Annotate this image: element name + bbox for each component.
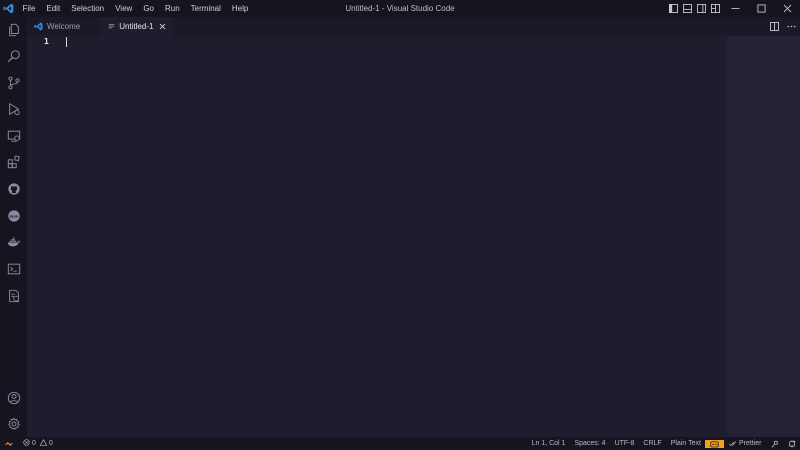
maximize-icon[interactable] xyxy=(748,0,774,17)
menu-go[interactable]: Go xyxy=(138,0,160,17)
tab-label: Untitled-1 xyxy=(119,22,154,31)
account-icon[interactable] xyxy=(0,386,27,410)
problems-indicator[interactable]: 0 0 xyxy=(23,438,55,448)
status-bar: 0 0 Ln 1, Col 1 Spaces: 4 UTF-8 CRLF Pla… xyxy=(0,437,800,450)
error-count: 0 xyxy=(32,440,36,447)
live-share-icon[interactable] xyxy=(766,440,783,448)
vscode-logo-icon xyxy=(34,22,43,31)
text-cursor xyxy=(66,37,67,47)
test-report-icon[interactable] xyxy=(0,284,27,308)
encoding[interactable]: UTF-8 xyxy=(610,437,639,450)
settings-gear-icon[interactable] xyxy=(0,412,27,436)
menu-file[interactable]: File xyxy=(17,0,41,17)
tab-welcome[interactable]: Welcome xyxy=(27,17,87,36)
terminal-icon[interactable] xyxy=(0,257,27,281)
double-check-icon xyxy=(729,440,737,447)
copilot-icon[interactable] xyxy=(705,439,725,448)
customize-layout-icon[interactable] xyxy=(708,0,722,17)
indentation[interactable]: Spaces: 4 xyxy=(570,437,610,450)
json-icon[interactable]: json xyxy=(0,204,27,228)
title-controls xyxy=(666,0,800,17)
file-lines-icon xyxy=(108,23,115,30)
error-icon xyxy=(23,439,30,448)
prettier-formatter[interactable]: Prettier xyxy=(724,437,766,450)
menu-bar: File Edit Selection View Go Run Terminal… xyxy=(17,0,254,17)
remote-indicator-icon[interactable] xyxy=(0,437,18,450)
explorer-icon[interactable] xyxy=(0,18,27,42)
menu-run[interactable]: Run xyxy=(159,0,185,17)
github-icon[interactable] xyxy=(0,177,27,201)
close-window-icon[interactable] xyxy=(774,0,800,17)
tab-untitled-1[interactable]: Untitled-1 xyxy=(101,17,174,36)
end-of-line[interactable]: CRLF xyxy=(639,437,666,450)
line-number: 1 xyxy=(44,37,49,46)
minimap[interactable] xyxy=(727,36,800,437)
split-editor-icon[interactable] xyxy=(766,17,783,36)
search-icon[interactable] xyxy=(0,44,27,68)
tab-label: Welcome xyxy=(47,22,81,31)
editor-tab-bar: Welcome Untitled-1 xyxy=(27,17,800,36)
cursor-position[interactable]: Ln 1, Col 1 xyxy=(527,437,570,450)
notifications-bell-icon[interactable] xyxy=(783,440,800,448)
status-bar-right: Ln 1, Col 1 Spaces: 4 UTF-8 CRLF Plain T… xyxy=(527,437,800,450)
editor-area[interactable]: 1 xyxy=(27,36,800,437)
warning-count: 0 xyxy=(48,440,53,447)
editor-actions xyxy=(766,17,800,36)
docker-icon[interactable] xyxy=(0,230,27,254)
menu-selection[interactable]: Selection xyxy=(66,0,110,17)
vscode-logo-icon xyxy=(0,0,17,17)
activity-bar: json xyxy=(0,17,27,437)
toggle-panel-icon[interactable] xyxy=(680,0,694,17)
title-bar: File Edit Selection View Go Run Terminal… xyxy=(0,0,800,17)
menu-terminal[interactable]: Terminal xyxy=(185,0,226,17)
minimize-icon[interactable] xyxy=(722,0,748,17)
menu-view[interactable]: View xyxy=(110,0,138,17)
toggle-secondary-sidebar-icon[interactable] xyxy=(694,0,708,17)
toggle-primary-sidebar-icon[interactable] xyxy=(666,0,680,17)
extensions-icon[interactable] xyxy=(0,150,27,174)
language-mode[interactable]: Plain Text xyxy=(666,437,705,450)
prettier-label: Prettier xyxy=(738,440,762,447)
menu-edit[interactable]: Edit xyxy=(41,0,66,17)
more-actions-icon[interactable] xyxy=(783,17,800,36)
remote-explorer-icon[interactable] xyxy=(0,124,27,148)
source-control-icon[interactable] xyxy=(0,71,27,95)
warning-icon xyxy=(39,438,48,448)
menu-help[interactable]: Help xyxy=(226,0,253,17)
svg-text:json: json xyxy=(8,214,18,218)
close-icon[interactable] xyxy=(159,23,166,30)
run-debug-icon[interactable] xyxy=(0,97,27,121)
